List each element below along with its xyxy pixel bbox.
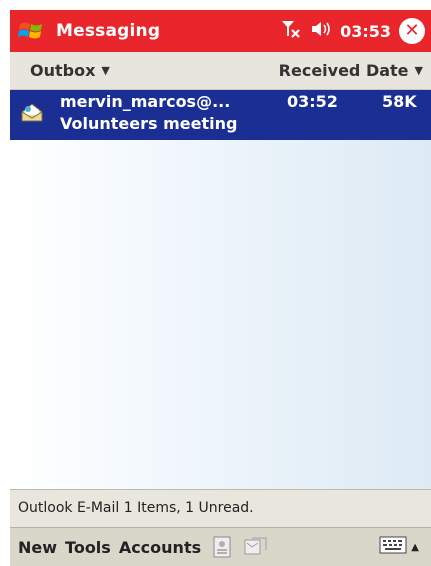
list-header: Outbox ▼ Received Date ▼ xyxy=(10,52,431,90)
menu-bar: New Tools Accounts ▲ xyxy=(10,527,431,566)
envelope-open-icon xyxy=(20,100,44,128)
contacts-card-icon[interactable] xyxy=(211,535,233,559)
send-receive-icon[interactable] xyxy=(243,535,269,559)
status-bar: Outlook E-Mail 1 Items, 1 Unread. xyxy=(10,489,431,527)
message-time: 03:52 xyxy=(287,92,338,111)
system-tray: 03:53 ✕ xyxy=(280,18,425,44)
message-row[interactable]: mervin_marcos@... 03:52 58K Volunteers m… xyxy=(10,90,431,140)
close-button[interactable]: ✕ xyxy=(399,18,425,44)
antenna-no-signal-icon[interactable] xyxy=(280,18,302,44)
app-title: Messaging xyxy=(56,21,161,41)
message-sender: mervin_marcos@... xyxy=(60,92,231,111)
message-subject: Volunteers meeting xyxy=(60,114,238,133)
chevron-down-icon: ▼ xyxy=(414,64,423,77)
menu-tools[interactable]: Tools xyxy=(65,538,111,557)
folder-dropdown[interactable]: Outbox ▼ xyxy=(30,61,110,80)
windows-flag-icon[interactable] xyxy=(10,10,50,52)
speaker-icon[interactable] xyxy=(310,19,332,43)
message-size: 58K xyxy=(382,92,417,111)
chevron-up-icon[interactable]: ▲ xyxy=(411,542,419,553)
message-list[interactable]: mervin_marcos@... 03:52 58K Volunteers m… xyxy=(10,90,431,489)
close-icon: ✕ xyxy=(404,20,420,41)
folder-label: Outbox xyxy=(30,61,96,80)
clock[interactable]: 03:53 xyxy=(340,22,391,41)
menu-new[interactable]: New xyxy=(18,538,57,557)
sort-dropdown[interactable]: Received Date ▼ xyxy=(279,61,423,80)
sort-label: Received Date xyxy=(278,61,409,80)
keyboard-icon[interactable] xyxy=(379,536,407,558)
input-panel-toggle[interactable]: ▲ xyxy=(379,536,419,558)
menu-accounts[interactable]: Accounts xyxy=(119,538,201,557)
title-bar: Messaging 03:53 ✕ xyxy=(10,10,431,52)
chevron-down-icon: ▼ xyxy=(101,64,110,77)
status-text: Outlook E-Mail 1 Items, 1 Unread. xyxy=(18,500,254,516)
